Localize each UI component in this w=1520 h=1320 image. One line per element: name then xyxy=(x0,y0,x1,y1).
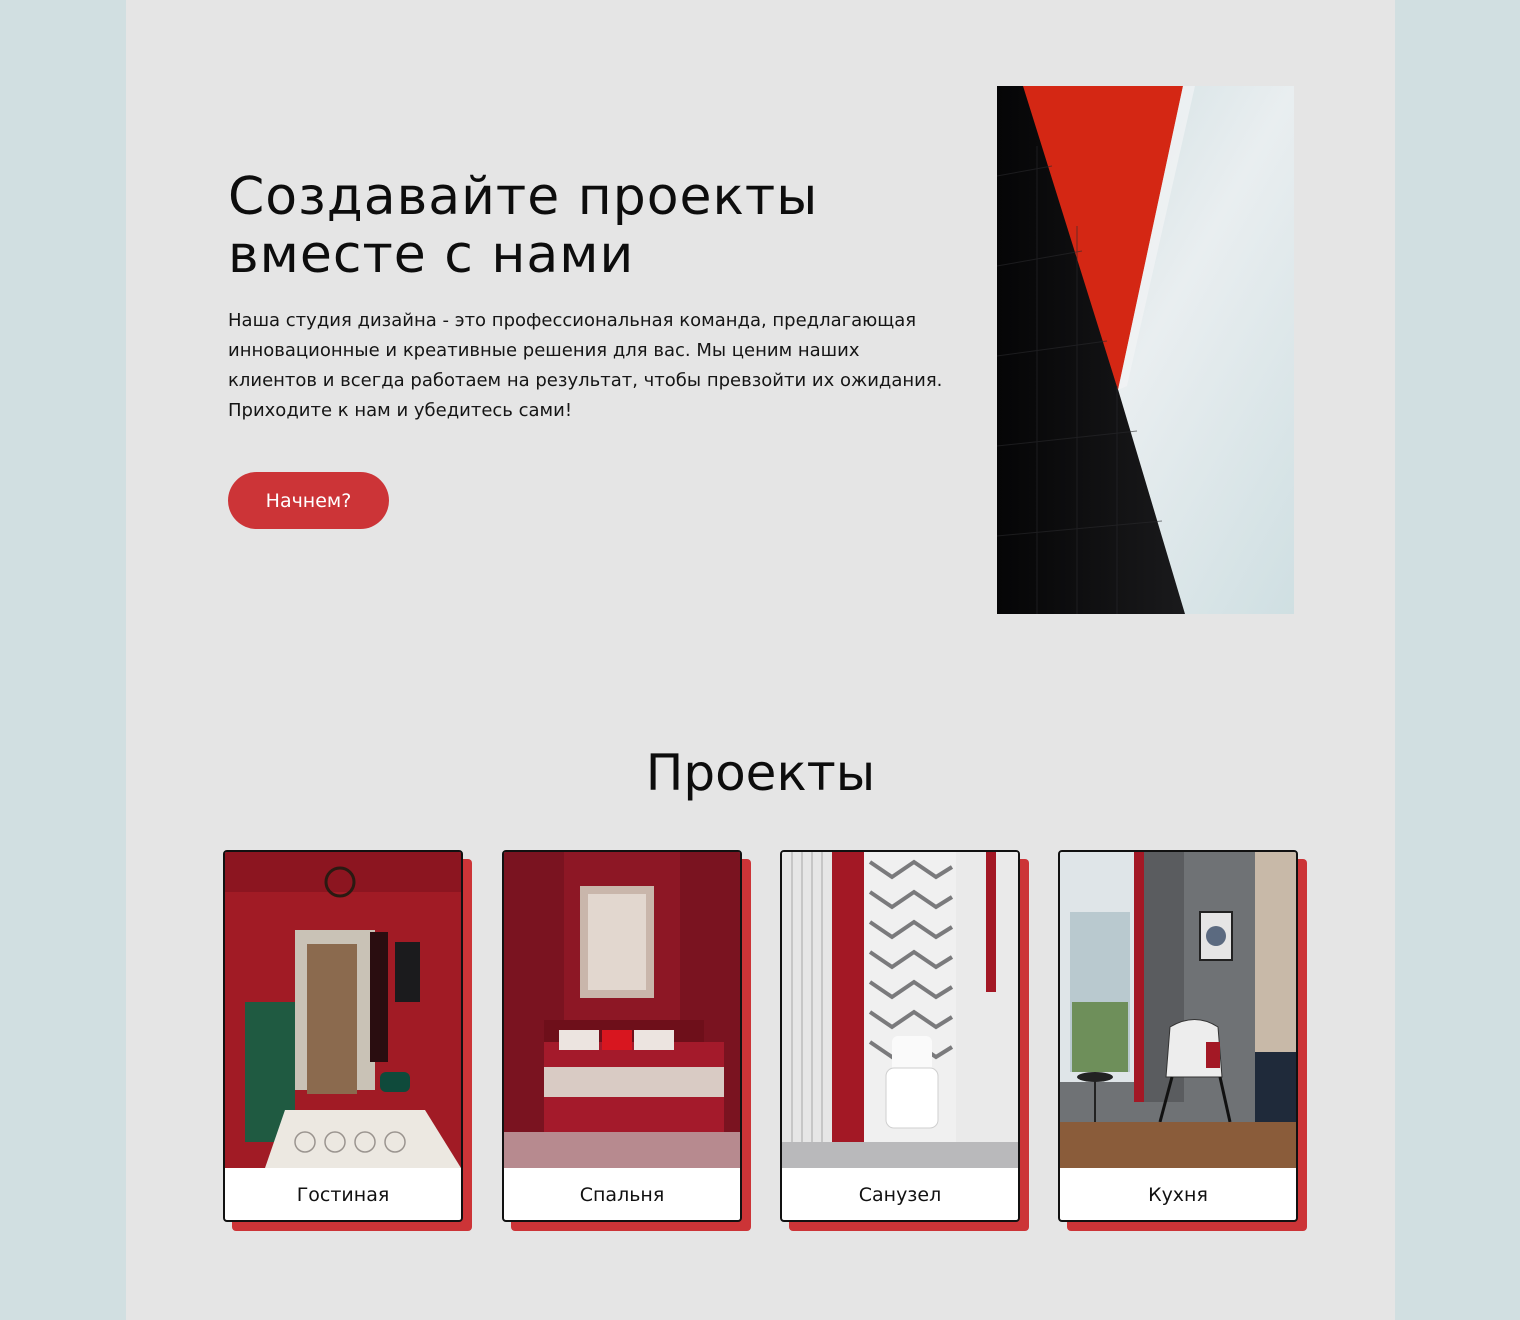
hero-title-line-1: Создавайте проекты xyxy=(228,167,819,227)
projects-title: Проекты xyxy=(645,744,876,802)
project-card[interactable]: Спальня xyxy=(502,850,751,1231)
hero-description: Наша студия дизайна - это профессиональн… xyxy=(228,310,943,421)
project-photo xyxy=(1060,852,1296,1168)
project-label: Гостиная xyxy=(296,1184,390,1206)
project-label: Спальня xyxy=(579,1184,665,1206)
card-frame: Гостиная xyxy=(223,850,463,1222)
start-button[interactable]: Начнем? xyxy=(228,472,389,529)
hero-image xyxy=(997,86,1294,614)
project-label: Санузел xyxy=(858,1184,942,1206)
project-photo xyxy=(782,852,1018,1168)
project-photo xyxy=(225,852,461,1168)
hero-title: Создавайте проекты вместе с нами xyxy=(228,168,948,284)
hero-title-line-2: вместе с нами xyxy=(228,225,635,285)
page-container: Создавайте проекты вместе с нами Наша ст… xyxy=(126,0,1395,1320)
card-frame: Санузел xyxy=(780,850,1020,1222)
project-card[interactable]: Кухня xyxy=(1058,850,1307,1231)
project-card[interactable]: Санузел xyxy=(780,850,1029,1231)
project-card[interactable]: Гостиная xyxy=(223,850,472,1231)
project-label: Кухня xyxy=(1148,1184,1208,1206)
project-photo xyxy=(504,852,740,1168)
card-frame: Спальня xyxy=(502,850,742,1222)
card-frame: Кухня xyxy=(1058,850,1298,1222)
